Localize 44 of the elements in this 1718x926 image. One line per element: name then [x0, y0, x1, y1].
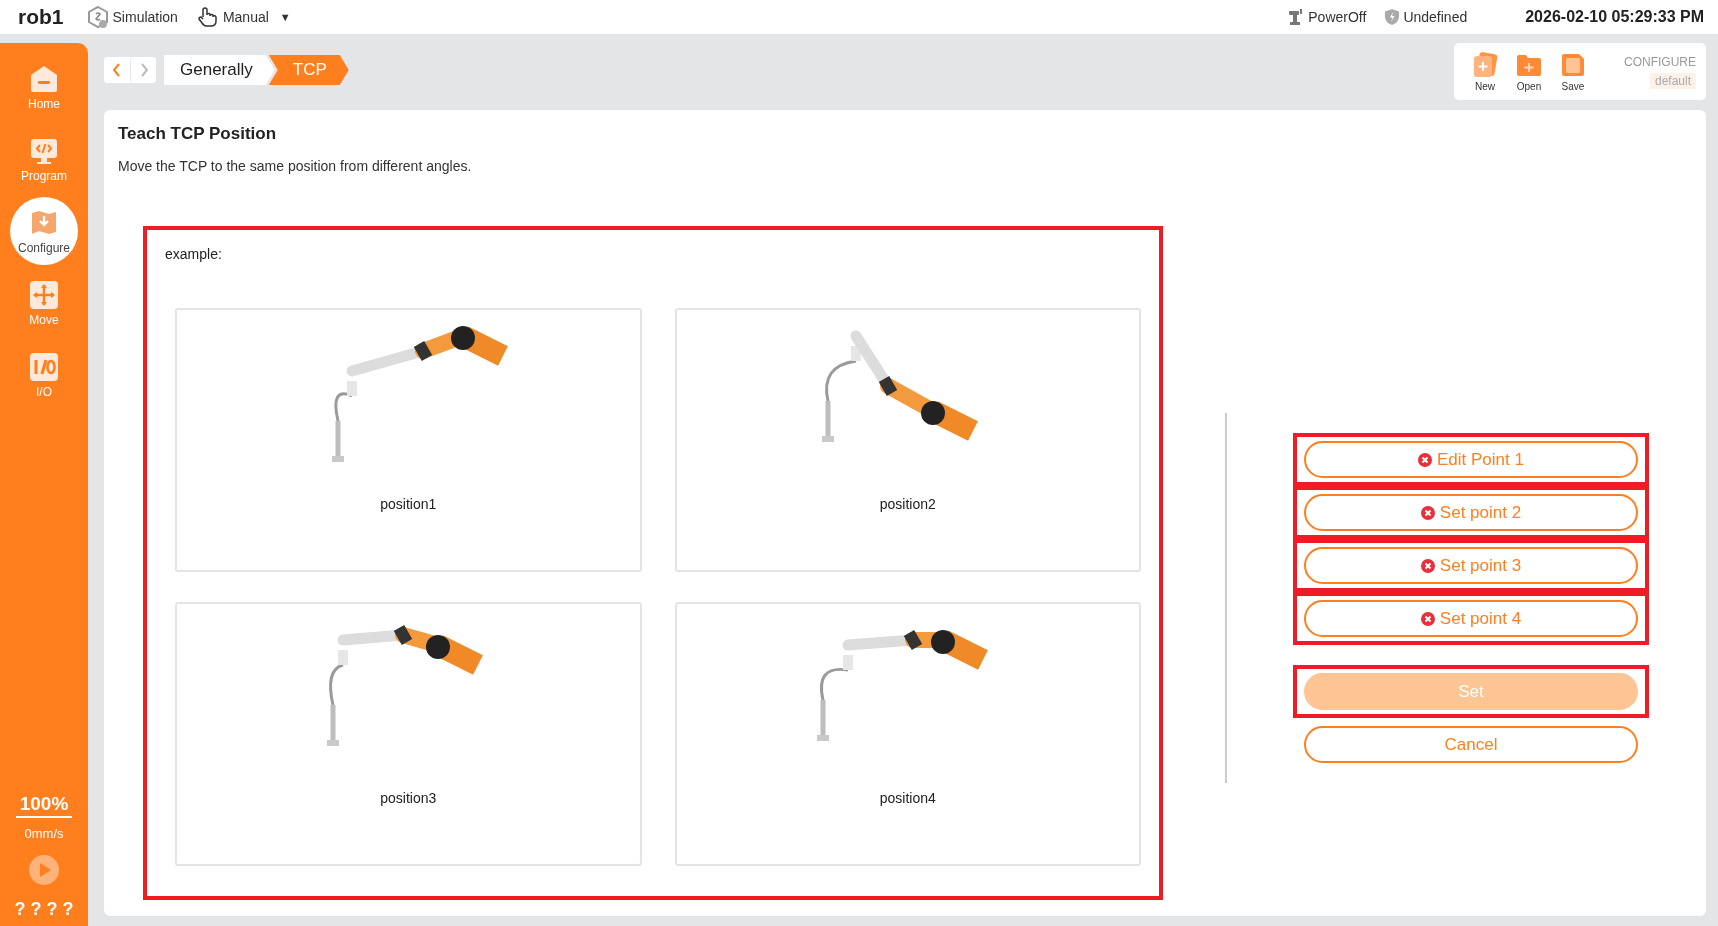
example-label: example: — [165, 246, 222, 262]
safety-status: Undefined — [1403, 9, 1468, 25]
speed-value: 0mm/s — [24, 826, 64, 841]
error-icon — [1420, 505, 1435, 520]
sidebar-item[interactable]: Configure — [10, 197, 78, 265]
configure-value: default — [1649, 72, 1696, 89]
error-icon — [1418, 452, 1432, 467]
home-icon — [29, 63, 59, 94]
new-button[interactable]: New — [1470, 51, 1500, 92]
set-point-button[interactable]: Set point 3 — [1304, 547, 1638, 584]
simulation-icon — [85, 5, 110, 29]
shield-icon — [1384, 8, 1401, 26]
set-point-button[interactable]: Edit Point 1 — [1304, 441, 1638, 478]
position-label: position2 — [879, 496, 936, 512]
position-label: position1 — [380, 496, 437, 512]
play-button[interactable] — [29, 855, 59, 885]
sidebar-item[interactable]: I/O — [10, 341, 78, 409]
date-time: 2026-02-10 05:29:33 PM — [1525, 8, 1704, 26]
sidebar-item[interactable]: Home — [10, 53, 78, 121]
error-icon — [1420, 558, 1435, 573]
panel-title: Teach TCP Position — [118, 124, 277, 144]
panel-description: Move the TCP to the same position from different angles. — [118, 158, 472, 174]
save-button[interactable]: Save — [1558, 51, 1588, 92]
open-button[interactable]: Open — [1514, 51, 1544, 92]
mode-label: Simulation — [112, 9, 178, 25]
cancel-button[interactable]: Cancel — [1304, 726, 1638, 763]
breadcrumb-item[interactable]: Generally — [164, 55, 275, 85]
sidebar-item[interactable]: Move — [10, 269, 78, 337]
breadcrumb-item[interactable]: TCP — [268, 55, 349, 85]
move-icon — [29, 279, 59, 310]
power-status: PowerOff — [1308, 9, 1367, 25]
robot-name: rob1 — [18, 5, 64, 29]
position-label: position4 — [879, 790, 936, 806]
footer-text: ? ? ? ? — [14, 899, 74, 920]
configure-label: CONFIGURE — [1624, 54, 1696, 69]
sidebar-item[interactable]: Program — [10, 125, 78, 193]
hand-icon — [195, 5, 220, 29]
io-icon — [29, 351, 59, 382]
set-point-button[interactable]: Set point 2 — [1304, 494, 1638, 531]
set-point-button[interactable]: Set point 4 — [1304, 600, 1638, 637]
control-dropdown[interactable]: Manual ▼ — [195, 5, 291, 29]
position-label: position3 — [380, 790, 437, 806]
error-icon — [1420, 611, 1435, 626]
speed-percentage: 100% — [15, 793, 73, 818]
